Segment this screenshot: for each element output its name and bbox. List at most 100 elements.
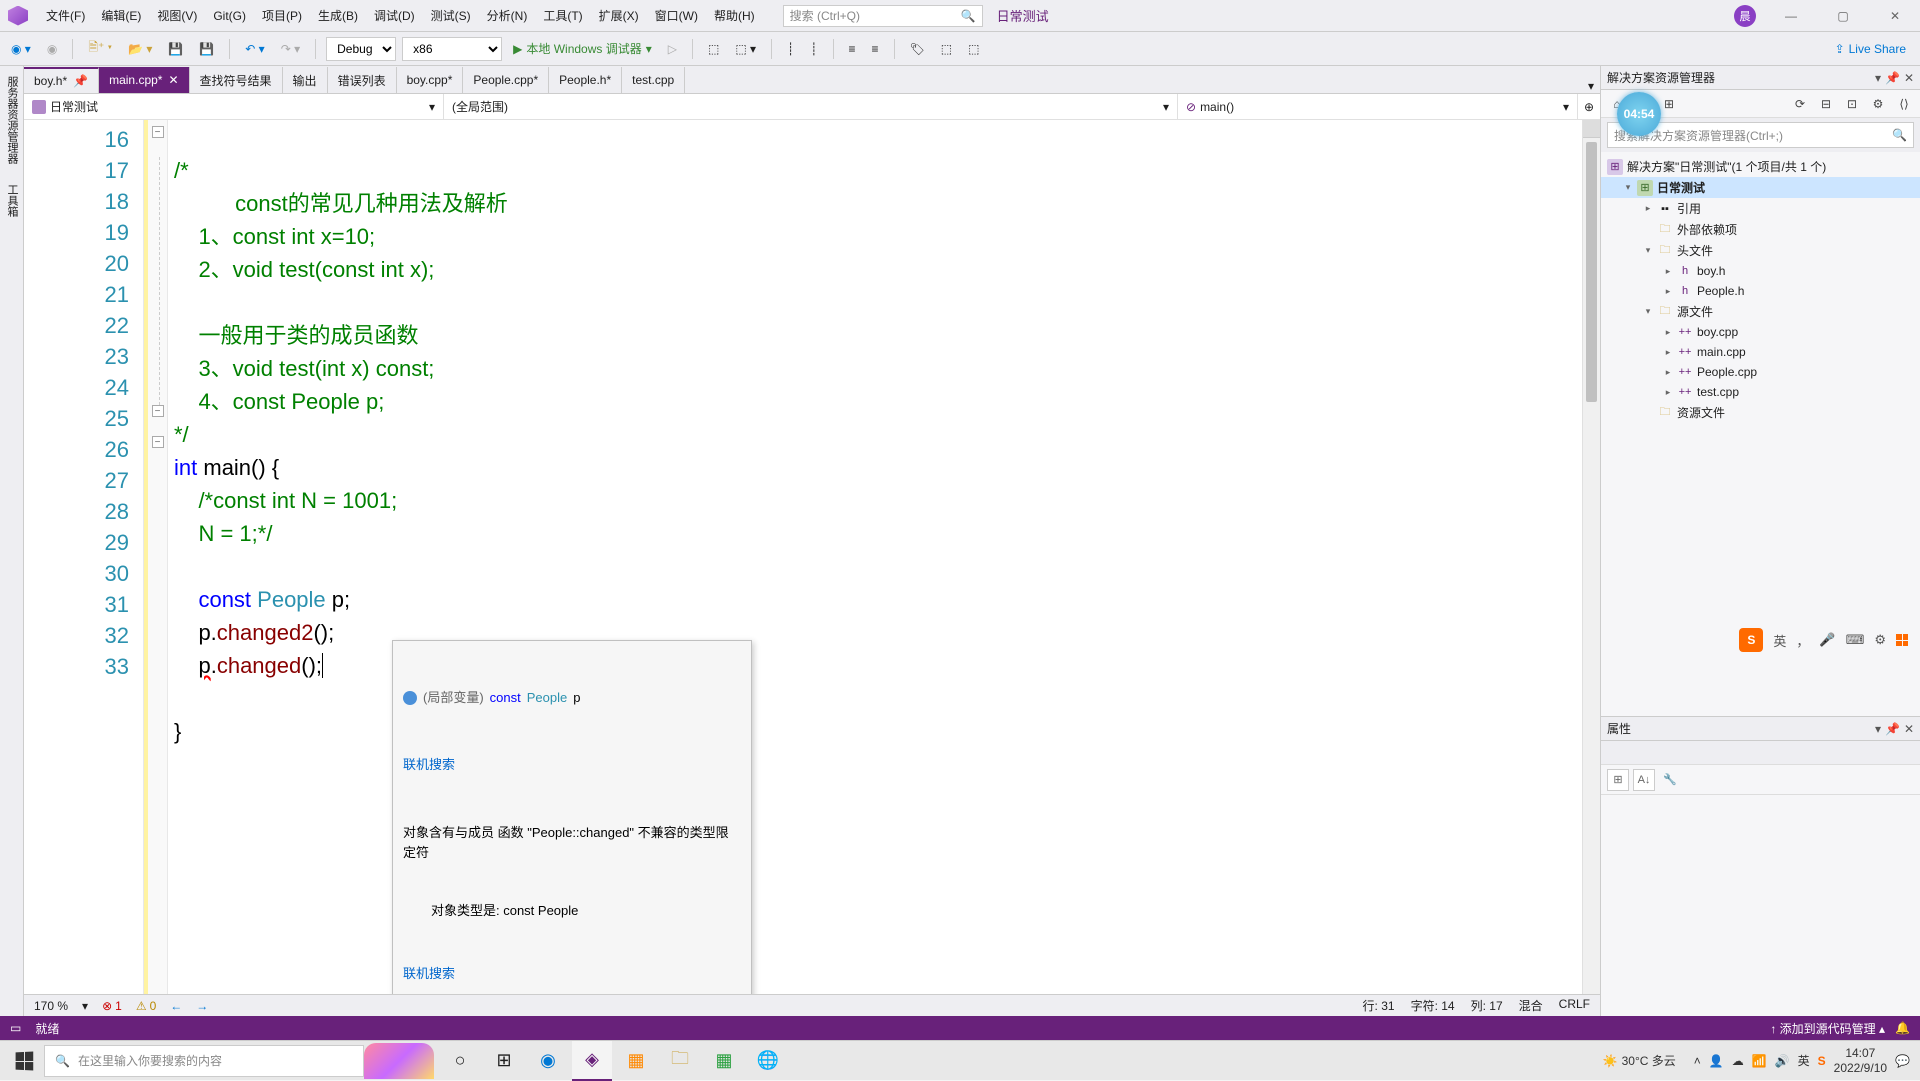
ime-grid-icon[interactable] xyxy=(1896,634,1908,646)
menu-tools[interactable]: 工具(T) xyxy=(535,3,590,28)
chevron-right-icon[interactable]: ▸ xyxy=(1663,347,1673,358)
pin-icon[interactable]: 📌 xyxy=(1885,71,1900,85)
close-panel-icon[interactable]: ✕ xyxy=(1904,71,1914,85)
menu-extensions[interactable]: 扩展(X) xyxy=(591,3,647,28)
tab-find-symbol[interactable]: 查找符号结果 xyxy=(190,67,283,93)
view-code-icon[interactable]: ⟨⟩ xyxy=(1894,94,1914,114)
refresh-icon[interactable]: ⟳ xyxy=(1790,94,1810,114)
tree-headers-folder[interactable]: ▾🗀头文件 xyxy=(1601,240,1920,261)
chevron-right-icon[interactable]: ▸ xyxy=(1663,286,1673,297)
uncomment-button[interactable]: ≡ xyxy=(867,39,884,59)
tray-chevron-icon[interactable]: ˄ xyxy=(1694,1054,1701,1068)
nav-project-select[interactable]: 日常测试▾ xyxy=(24,94,444,119)
tray-cloud-icon[interactable]: ☁ xyxy=(1732,1054,1744,1068)
tool-icon[interactable]: ⊞ xyxy=(1659,94,1679,114)
tab-main-cpp[interactable]: main.cpp*✕ xyxy=(99,67,189,93)
configuration-select[interactable]: Debug xyxy=(326,37,396,61)
categorized-button[interactable]: ⊞ xyxy=(1607,769,1629,791)
menu-project[interactable]: 项目(P) xyxy=(254,3,310,28)
tray-people-icon[interactable]: 👤 xyxy=(1709,1054,1724,1068)
taskbar-widget[interactable] xyxy=(364,1043,434,1079)
wrench-icon[interactable]: 🔧 xyxy=(1659,769,1681,791)
tree-solution-node[interactable]: ⊞解决方案"日常测试"(1 个项目/共 1 个) xyxy=(1601,156,1920,177)
pin-icon[interactable]: 📌 xyxy=(73,74,88,88)
nav-function-select[interactable]: ⊘main()▾ xyxy=(1178,94,1578,119)
undo-button[interactable]: ↶ ▾ xyxy=(240,39,269,59)
open-button[interactable]: 📂 ▾ xyxy=(123,39,157,59)
server-explorer-tab[interactable]: 服务器资源管理器 xyxy=(0,66,23,174)
platform-select[interactable]: x86 xyxy=(402,37,502,61)
taskbar-search-input[interactable]: 🔍 在这里输入你要搜索的内容 xyxy=(44,1045,364,1077)
search-input[interactable]: 搜索 (Ctrl+Q) 🔍 xyxy=(783,5,983,27)
ime-punct-toggle[interactable]: ， xyxy=(1796,631,1809,650)
user-avatar[interactable]: 晨 xyxy=(1734,5,1756,27)
tree-file-people-h[interactable]: ▸hPeople.h xyxy=(1601,281,1920,301)
menu-git[interactable]: Git(G) xyxy=(205,5,254,27)
nav-scope-select[interactable]: (全局范围)▾ xyxy=(444,94,1178,119)
split-editor-button[interactable]: ⊕ xyxy=(1578,94,1600,119)
properties-icon[interactable]: ⚙ xyxy=(1868,94,1888,114)
maximize-button[interactable]: ▢ xyxy=(1826,4,1860,28)
chevron-right-icon[interactable]: ▸ xyxy=(1663,327,1673,338)
close-tab-icon[interactable]: ✕ xyxy=(168,73,178,87)
error-count[interactable]: ⊗ 1 xyxy=(102,999,122,1013)
code-content[interactable]: /* const的常见几种用法及解析 1、const int x=10; 2、v… xyxy=(168,120,1582,994)
collapse-icon[interactable]: ⊟ xyxy=(1816,94,1836,114)
taskbar-clock[interactable]: 14:07 2022/9/10 xyxy=(1834,1046,1887,1075)
tree-resources-folder[interactable]: 🗀资源文件 xyxy=(1601,402,1920,423)
tray-ime-icon[interactable]: 英 xyxy=(1798,1052,1810,1069)
weather-widget[interactable]: ☀️ 30°C 多云 xyxy=(1603,1052,1676,1069)
chevron-right-icon[interactable]: ▸ xyxy=(1663,367,1673,378)
pin-icon[interactable]: 📌 xyxy=(1885,722,1900,736)
tray-network-icon[interactable]: 📶 xyxy=(1752,1054,1767,1068)
panel-menu-icon[interactable]: ▾ xyxy=(1875,722,1881,736)
tab-boy-h[interactable]: boy.h*📌 xyxy=(24,67,99,93)
chevron-down-icon[interactable]: ▾ xyxy=(1623,182,1633,193)
fold-toggle[interactable]: − xyxy=(152,126,164,138)
notification-center-icon[interactable]: 💬 xyxy=(1895,1054,1910,1068)
new-item-button[interactable]: 🗎⁺ ▾ xyxy=(83,35,117,62)
live-share-button[interactable]: ⇪ Live Share xyxy=(1827,38,1914,60)
save-all-button[interactable]: 💾 xyxy=(194,39,219,59)
tool-icon-4[interactable]: ┊ xyxy=(805,39,822,59)
tool-icon-3[interactable]: ┊ xyxy=(782,39,799,59)
visual-studio-icon[interactable]: ◈ xyxy=(572,1041,612,1081)
close-panel-icon[interactable]: ✕ xyxy=(1904,722,1914,736)
indent-mode[interactable]: 混合 xyxy=(1519,997,1543,1014)
start-button[interactable] xyxy=(4,1041,44,1081)
nav-forward-icon[interactable]: → xyxy=(196,999,208,1013)
tool-icon-2[interactable]: ⬚ ▾ xyxy=(730,39,761,59)
tool-icon-1[interactable]: ⬚ xyxy=(703,39,724,59)
zoom-level[interactable]: 170 % xyxy=(34,999,68,1013)
close-button[interactable]: ✕ xyxy=(1878,4,1912,28)
ime-keyboard-icon[interactable]: ⌨ xyxy=(1846,632,1865,648)
menu-analyze[interactable]: 分析(N) xyxy=(479,3,536,28)
split-handle[interactable] xyxy=(1583,120,1600,138)
menu-view[interactable]: 视图(V) xyxy=(149,3,205,28)
toolbox-tab[interactable]: 工具箱 xyxy=(0,174,23,227)
tab-people-h[interactable]: People.h* xyxy=(549,67,622,93)
tree-file-people-cpp[interactable]: ▸++People.cpp xyxy=(1601,362,1920,382)
tray-volume-icon[interactable]: 🔊 xyxy=(1775,1054,1790,1068)
chevron-right-icon[interactable]: ▸ xyxy=(1663,266,1673,277)
code-editor[interactable]: 161718192021222324252627282930313233 − −… xyxy=(24,120,1600,994)
online-search-link-2[interactable]: 联机搜索 xyxy=(403,964,741,984)
online-search-link[interactable]: 联机搜索 xyxy=(403,755,741,775)
fold-toggle[interactable]: − xyxy=(152,436,164,448)
tree-file-boy-cpp[interactable]: ▸++boy.cpp xyxy=(1601,322,1920,342)
menu-file[interactable]: 文件(F) xyxy=(38,3,93,28)
menu-edit[interactable]: 编辑(E) xyxy=(93,3,149,28)
tab-error-list[interactable]: 错误列表 xyxy=(328,67,397,93)
tool-icon-6[interactable]: ⬚ xyxy=(963,39,984,59)
task-view-icon[interactable]: ⊞ xyxy=(484,1041,524,1081)
tree-file-main-cpp[interactable]: ▸++main.cpp xyxy=(1601,342,1920,362)
start-without-debug-button[interactable]: ▷ xyxy=(663,39,682,59)
menu-help[interactable]: 帮助(H) xyxy=(706,3,763,28)
tree-references[interactable]: ▸▪▪引用 xyxy=(1601,198,1920,219)
bookmark-button[interactable]: 🏷 xyxy=(905,39,930,59)
chevron-down-icon[interactable]: ▾ xyxy=(1643,306,1653,317)
save-button[interactable]: 💾 xyxy=(163,39,188,59)
scroll-thumb[interactable] xyxy=(1586,142,1597,402)
tabs-overflow-icon[interactable]: ▾ xyxy=(1582,79,1600,93)
tab-boy-cpp[interactable]: boy.cpp* xyxy=(397,67,464,93)
